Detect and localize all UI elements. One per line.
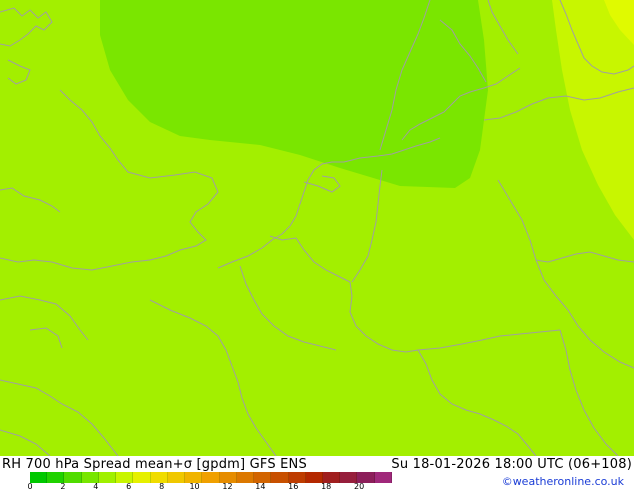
map-footer: RH 700 hPa Spread mean+σ [gpdm] GFS ENS … xyxy=(0,456,634,491)
legend-swatch xyxy=(374,472,392,483)
legend-swatch xyxy=(98,472,117,483)
legend-swatch xyxy=(30,472,48,483)
weather-map xyxy=(0,0,634,456)
legend-swatch xyxy=(271,472,289,483)
legend-swatch xyxy=(167,472,186,483)
legend-swatch xyxy=(202,472,220,483)
legend-swatch xyxy=(133,472,151,483)
color-legend xyxy=(30,472,392,483)
credit-link[interactable]: ©weatheronline.co.uk xyxy=(502,475,624,488)
spread-field-map xyxy=(0,0,634,456)
legend-swatch xyxy=(236,472,255,483)
map-title: RH 700 hPa Spread mean+σ [gpdm] GFS ENS xyxy=(2,457,307,472)
map-datetime: Su 18-01-2026 18:00 UTC (06+108) xyxy=(391,457,632,472)
legend-swatch xyxy=(64,472,82,483)
